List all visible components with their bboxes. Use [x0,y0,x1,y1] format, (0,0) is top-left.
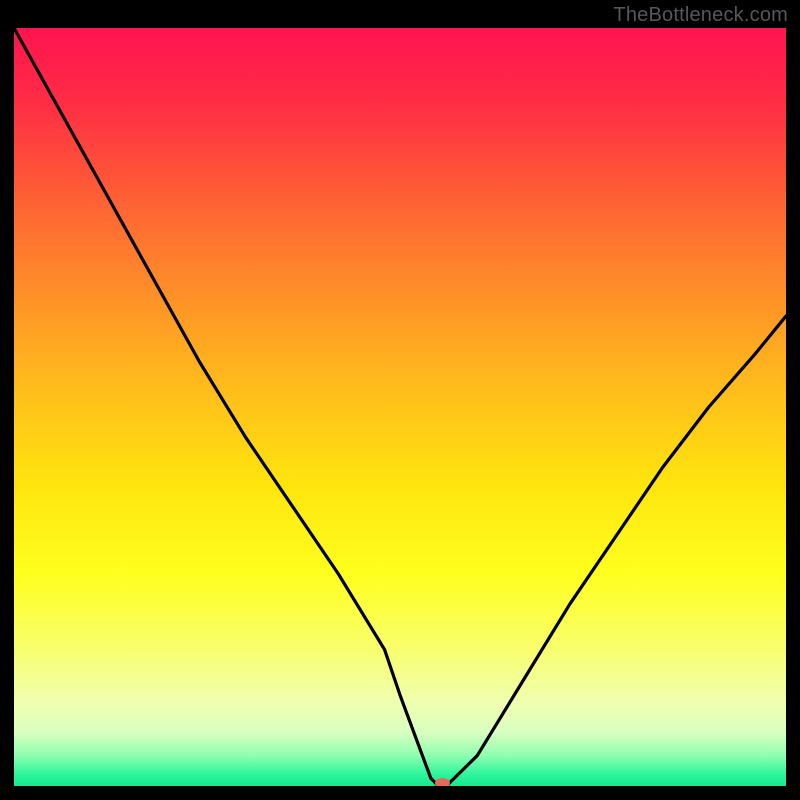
watermark-text: TheBottleneck.com [613,4,788,27]
gradient-background [14,28,786,786]
chart-container: TheBottleneck.com [0,0,800,800]
bottleneck-chart [14,28,786,786]
